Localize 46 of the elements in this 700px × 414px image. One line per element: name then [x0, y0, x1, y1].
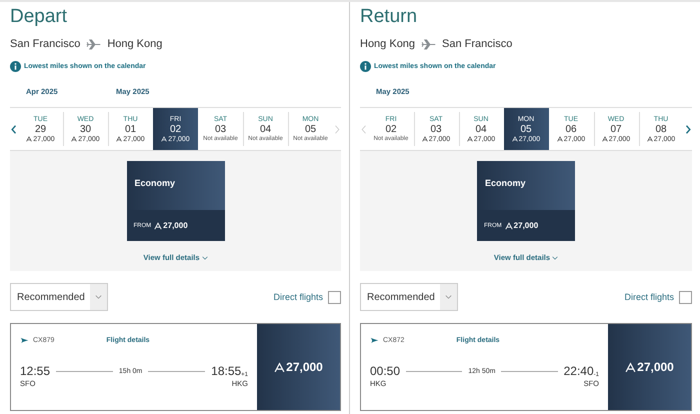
chevron-down-icon	[552, 256, 558, 260]
sort-dropdown[interactable]: Recommended	[360, 283, 458, 311]
chevron-down-icon	[202, 256, 208, 260]
miles-icon	[161, 136, 168, 142]
price-panel[interactable]: 27,000	[608, 324, 691, 410]
miles-icon	[274, 362, 286, 372]
bird-logo-icon	[370, 336, 379, 344]
fare-miles: 27,000	[504, 221, 538, 230]
departure-time: 12:55	[20, 364, 50, 378]
miles-icon	[26, 136, 32, 142]
origin-city: San Francisco	[10, 38, 80, 50]
direct-flights-checkbox[interactable]	[328, 290, 341, 304]
miles-icon	[504, 222, 513, 230]
direct-flights-checkbox[interactable]	[679, 290, 692, 304]
departure-time: 00:50	[370, 364, 400, 378]
miles-icon	[602, 136, 608, 142]
miles-icon	[556, 136, 563, 142]
arrival-time: 22:40	[564, 364, 594, 378]
miles-icon	[71, 136, 78, 142]
miles-icon	[625, 362, 636, 372]
fare-miles: 27,000	[154, 221, 188, 230]
cabin-name: Economy	[134, 178, 176, 188]
info-icon	[360, 60, 371, 72]
destination-city: San Francisco	[442, 38, 512, 50]
direct-flights-label: Direct flights	[624, 292, 674, 302]
miles-icon	[154, 222, 162, 230]
plane-icon	[421, 38, 436, 50]
caret-icon	[445, 295, 452, 299]
plane-icon	[86, 38, 102, 50]
miles-icon	[646, 136, 653, 142]
direct-flights-label: Direct flights	[273, 292, 323, 302]
price-panel[interactable]: 27,000	[257, 324, 340, 410]
cabin-name: Economy	[485, 178, 526, 188]
caret-icon	[95, 295, 102, 299]
miles-icon	[422, 136, 428, 142]
arrival-time: 18:55	[211, 364, 242, 378]
miles-icon	[512, 136, 518, 142]
sort-dropdown[interactable]: Recommended	[10, 283, 108, 311]
miles-icon	[466, 136, 473, 142]
bird-logo-icon	[20, 336, 29, 344]
origin-city: Hong Kong	[360, 38, 416, 50]
destination-city: Hong Kong	[107, 38, 162, 50]
panel-title: Return	[360, 6, 418, 29]
miles-icon	[116, 136, 122, 142]
panel-title: Depart	[10, 6, 68, 29]
info-icon	[10, 60, 21, 72]
